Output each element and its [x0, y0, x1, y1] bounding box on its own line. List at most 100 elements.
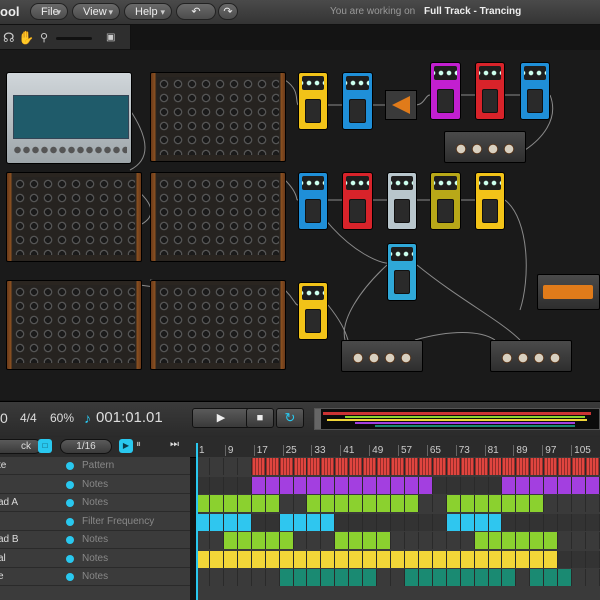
- step-cell[interactable]: [558, 569, 573, 586]
- step-cell[interactable]: [321, 495, 336, 512]
- step-cell[interactable]: [474, 569, 489, 586]
- step-cell[interactable]: [572, 513, 587, 531]
- step-cell[interactable]: [558, 458, 573, 475]
- step-cell[interactable]: [209, 513, 224, 531]
- step-cell[interactable]: [544, 458, 559, 475]
- synth-device-2[interactable]: [6, 172, 142, 262]
- track-enable-dot[interactable]: [66, 517, 74, 526]
- track-parameter[interactable]: Notes: [82, 553, 108, 564]
- step-cell[interactable]: [223, 495, 238, 512]
- step-cell[interactable]: [196, 495, 210, 512]
- step-cell[interactable]: [572, 476, 587, 494]
- trash-icon[interactable]: ▣: [106, 32, 115, 43]
- pedal-red-1[interactable]: [475, 62, 505, 120]
- step-cell[interactable]: [488, 550, 503, 568]
- step-cell[interactable]: [377, 569, 392, 586]
- step-cell[interactable]: [446, 513, 461, 531]
- step-cell[interactable]: [363, 458, 378, 475]
- compressor-device[interactable]: [537, 274, 600, 310]
- step-cell[interactable]: [363, 476, 378, 494]
- track-row[interactable]: te Pattern: [0, 457, 190, 475]
- synth-device-4[interactable]: [6, 280, 142, 370]
- step-cell[interactable]: [391, 495, 405, 512]
- step-cell[interactable]: [418, 532, 433, 549]
- step-cell[interactable]: [544, 476, 559, 494]
- step-cell[interactable]: [377, 550, 392, 568]
- pedal-blue-1[interactable]: [342, 72, 373, 130]
- step-cell[interactable]: [488, 476, 503, 494]
- step-cell[interactable]: [196, 569, 210, 586]
- step-cell[interactable]: [237, 532, 252, 549]
- step-cell[interactable]: [572, 532, 587, 549]
- step-cell[interactable]: [223, 532, 238, 549]
- step-cell[interactable]: [363, 569, 378, 586]
- track-enable-dot[interactable]: [66, 462, 74, 470]
- step-cell[interactable]: [251, 513, 266, 531]
- grid-resolution-select[interactable]: 1/16: [60, 439, 112, 454]
- undo-button[interactable]: ↶: [176, 3, 216, 20]
- step-cell[interactable]: [279, 476, 294, 494]
- step-cell[interactable]: [391, 569, 405, 586]
- step-cell[interactable]: [530, 513, 545, 531]
- step-cell[interactable]: [474, 495, 489, 512]
- step-cell[interactable]: [432, 550, 447, 568]
- step-cell[interactable]: [335, 476, 350, 494]
- step-cell[interactable]: [544, 532, 559, 549]
- follow-button[interactable]: ▶: [119, 439, 133, 453]
- step-cell[interactable]: [586, 495, 600, 512]
- step-cell[interactable]: [335, 513, 350, 531]
- step-cell[interactable]: [572, 458, 587, 475]
- song-overview[interactable]: [314, 408, 600, 430]
- track-enable-dot[interactable]: [66, 536, 74, 544]
- step-cell[interactable]: [349, 569, 364, 586]
- track-row[interactable]: Filter Frequency: [0, 513, 190, 531]
- step-cell[interactable]: [265, 458, 280, 475]
- step-cell[interactable]: [432, 495, 447, 512]
- track-enable-dot[interactable]: [66, 554, 74, 563]
- step-cell[interactable]: [502, 476, 517, 494]
- step-cell[interactable]: [335, 495, 350, 512]
- synth-device-3[interactable]: [150, 172, 286, 262]
- step-cell[interactable]: [307, 476, 322, 494]
- grid-toggle-button[interactable]: □: [38, 439, 52, 453]
- step-cell[interactable]: [279, 532, 294, 549]
- step-cell[interactable]: [572, 569, 587, 586]
- help-menu[interactable]: Help: [124, 3, 172, 21]
- mixer-device-3[interactable]: [490, 340, 572, 372]
- step-cell[interactable]: [251, 495, 266, 512]
- playhead[interactable]: [196, 443, 198, 600]
- step-cell[interactable]: [516, 569, 531, 586]
- step-cell[interactable]: [404, 532, 419, 549]
- step-cell[interactable]: [265, 476, 280, 494]
- step-cell[interactable]: [446, 476, 461, 494]
- device-canvas[interactable]: [0, 50, 600, 400]
- step-cell[interactable]: [558, 495, 573, 512]
- track-row[interactable]: ad A Notes: [0, 494, 190, 512]
- step-cell[interactable]: [223, 513, 238, 531]
- step-cell[interactable]: [488, 532, 503, 549]
- step-cell[interactable]: [251, 532, 266, 549]
- step-cell[interactable]: [293, 513, 308, 531]
- zoom-slider[interactable]: [56, 37, 92, 40]
- step-cell[interactable]: [502, 495, 517, 512]
- step-cell[interactable]: [349, 458, 364, 475]
- stop-button[interactable]: ■: [246, 408, 274, 428]
- step-cell[interactable]: [418, 476, 433, 494]
- step-cell[interactable]: [237, 513, 252, 531]
- amp-device[interactable]: [385, 90, 417, 120]
- zoom-level[interactable]: 60%: [50, 411, 74, 425]
- step-cell[interactable]: [391, 476, 405, 494]
- step-cell[interactable]: [363, 550, 378, 568]
- redo-button[interactable]: ↷: [218, 3, 238, 20]
- step-cell[interactable]: [502, 513, 517, 531]
- step-cell[interactable]: [377, 476, 392, 494]
- step-cell[interactable]: [586, 513, 600, 531]
- zoom-icon[interactable]: ⚲: [40, 31, 48, 44]
- loop-button[interactable]: ↻: [276, 408, 304, 428]
- step-cell[interactable]: [460, 550, 475, 568]
- pedal-yellow-2[interactable]: [475, 172, 505, 230]
- step-cell[interactable]: [363, 532, 378, 549]
- pedal-red-2[interactable]: [342, 172, 373, 230]
- step-cell[interactable]: [279, 550, 294, 568]
- pedal-blue-3[interactable]: [298, 172, 328, 230]
